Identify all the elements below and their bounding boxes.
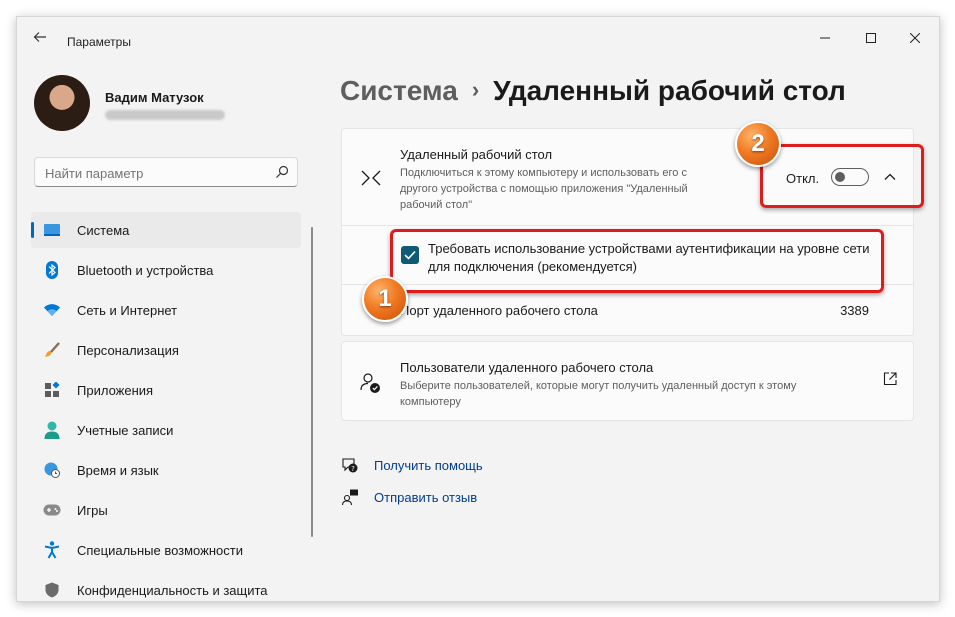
svg-text:?: ? bbox=[351, 465, 355, 473]
accessibility-icon bbox=[43, 541, 61, 559]
gamepad-icon bbox=[43, 501, 61, 519]
apps-icon bbox=[43, 381, 61, 399]
remote-users-title: Пользователи удаленного рабочего стола bbox=[400, 360, 654, 375]
sidebar-scrollbar[interactable] bbox=[311, 227, 313, 537]
users-check-icon bbox=[360, 372, 382, 394]
highlight-box-nla bbox=[390, 229, 884, 293]
sidebar-item-personalization[interactable]: Персонализация bbox=[31, 332, 301, 368]
page-title: Удаленный рабочий стол bbox=[493, 75, 846, 106]
remote-desktop-icon bbox=[360, 169, 382, 187]
remote-desktop-description: Подключиться к этому компьютеру и исполь… bbox=[400, 167, 688, 211]
breadcrumb-parent[interactable]: Система bbox=[340, 75, 458, 106]
close-button[interactable] bbox=[893, 23, 937, 53]
get-help-label: Получить помощь bbox=[374, 457, 483, 473]
back-arrow-icon[interactable] bbox=[29, 29, 51, 51]
get-help-link[interactable]: ? Получить помощь bbox=[341, 456, 483, 474]
sidebar-item-network[interactable]: Сеть и Интернет bbox=[31, 292, 301, 328]
wifi-icon bbox=[43, 301, 61, 319]
remote-users-card[interactable]: Пользователи удаленного рабочего стола В… bbox=[341, 341, 914, 421]
avatar[interactable] bbox=[34, 75, 90, 131]
app-title: Параметры bbox=[67, 35, 131, 49]
port-value: 3389 bbox=[840, 303, 869, 318]
sidebar-item-label: Сеть и Интернет bbox=[77, 302, 178, 318]
sidebar-item-label: Система bbox=[77, 222, 130, 238]
search-box[interactable] bbox=[34, 157, 298, 187]
sidebar-nav: Система Bluetooth и устройства Сеть и Ин… bbox=[31, 212, 301, 601]
sidebar-item-bluetooth[interactable]: Bluetooth и устройства bbox=[31, 252, 301, 288]
sidebar-item-gaming[interactable]: Игры bbox=[31, 492, 301, 528]
sidebar-item-apps[interactable]: Приложения bbox=[31, 372, 301, 408]
sidebar-item-label: Bluetooth и устройства bbox=[77, 262, 214, 278]
send-feedback-label: Отправить отзыв bbox=[374, 489, 478, 505]
user-name: Вадим Матузок bbox=[105, 90, 204, 105]
minimize-button[interactable] bbox=[803, 23, 847, 53]
search-input[interactable] bbox=[45, 166, 265, 181]
help-icon: ? bbox=[341, 456, 359, 474]
step-badge-1: 1 bbox=[362, 276, 408, 322]
remote-users-description: Выберите пользователей, которые могут по… bbox=[400, 380, 797, 408]
sidebar-item-system[interactable]: Система bbox=[31, 212, 301, 248]
bluetooth-icon bbox=[43, 261, 61, 279]
sidebar-item-accessibility[interactable]: Специальные возможности bbox=[31, 532, 301, 568]
remote-desktop-title: Удаленный рабочий стол bbox=[400, 147, 553, 162]
globe-clock-icon bbox=[43, 461, 61, 479]
step-badge-2: 2 bbox=[735, 121, 781, 167]
sidebar-item-privacy[interactable]: Конфиденциальность и защита bbox=[31, 572, 301, 601]
open-external-icon[interactable] bbox=[883, 372, 897, 386]
sidebar-item-label: Учетные записи bbox=[77, 422, 174, 438]
title-bar: Параметры bbox=[17, 17, 939, 61]
breadcrumb: Система › Удаленный рабочий стол bbox=[340, 75, 846, 107]
highlight-box-toggle bbox=[760, 144, 924, 208]
send-feedback-link[interactable]: Отправить отзыв bbox=[341, 488, 477, 506]
search-icon[interactable] bbox=[275, 165, 289, 179]
sidebar-item-label: Персонализация bbox=[77, 342, 179, 358]
shield-icon bbox=[43, 581, 61, 599]
sidebar-item-label: Специальные возможности bbox=[77, 542, 243, 558]
sidebar-item-time-language[interactable]: Время и язык bbox=[31, 452, 301, 488]
breadcrumb-separator: › bbox=[471, 77, 480, 102]
maximize-button[interactable] bbox=[849, 23, 893, 53]
settings-window: Параметры Вадим Матузок Система bbox=[16, 16, 940, 602]
feedback-icon bbox=[341, 488, 359, 506]
sidebar-item-label: Приложения bbox=[77, 382, 154, 398]
account-icon bbox=[43, 421, 61, 439]
sidebar-item-label: Время и язык bbox=[77, 462, 159, 478]
sidebar-item-label: Игры bbox=[77, 502, 108, 518]
sidebar-item-label: Конфиденциальность и защита bbox=[77, 582, 268, 598]
system-icon bbox=[43, 221, 61, 239]
brush-icon bbox=[43, 341, 61, 359]
port-label: Порт удаленного рабочего стола bbox=[400, 303, 598, 318]
user-email-redacted bbox=[105, 110, 225, 120]
sidebar-item-accounts[interactable]: Учетные записи bbox=[31, 412, 301, 448]
